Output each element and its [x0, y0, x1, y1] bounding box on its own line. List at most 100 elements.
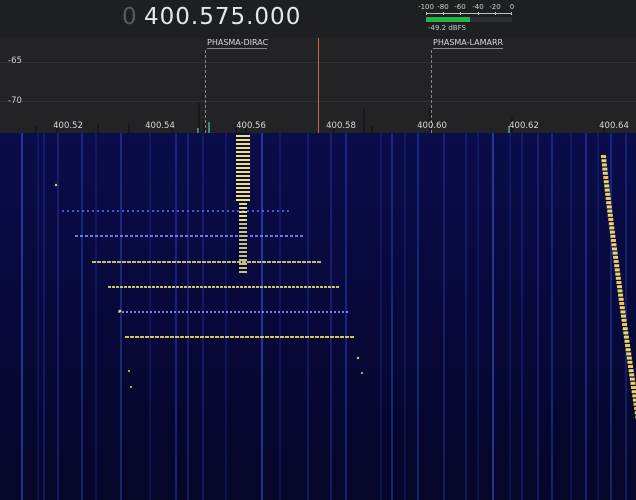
- drift-signal-segment: [601, 155, 606, 158]
- bookmark-label-phasma-dirac[interactable]: PHASMA-DIRAC: [207, 38, 268, 47]
- signal-pulse: [239, 207, 247, 209]
- bookmark-underline: [433, 48, 503, 49]
- drift-signal-segment: [623, 335, 629, 339]
- meter-tick: [478, 12, 479, 15]
- drift-signal-segment: [626, 356, 632, 360]
- meter-scale-line: [426, 13, 512, 14]
- drift-signal-segment: [618, 297, 624, 301]
- signal-pulse: [239, 267, 247, 269]
- signal-pulse: [239, 259, 247, 261]
- frequency-display[interactable]: 400.575.000: [144, 4, 301, 30]
- spectrum-plot[interactable]: -65 -70 PHASMA-DIRAC PHASMA-LAMARR 400.5…: [0, 38, 636, 133]
- frequency-axis-label: 400.52: [53, 121, 83, 131]
- signal-pulse: [236, 147, 250, 149]
- frequency-leading-digit[interactable]: 0: [122, 4, 137, 30]
- drift-signal-segment: [632, 394, 636, 398]
- signal-pulse: [236, 183, 250, 185]
- signal-pulse: [236, 191, 250, 193]
- signal-pulse: [236, 163, 250, 165]
- signal-pulse: [236, 187, 250, 189]
- drift-signal-segment: [623, 331, 629, 335]
- drift-signal-segment: [609, 230, 615, 234]
- drift-signal-segment: [626, 352, 632, 356]
- meter-tick: [443, 12, 444, 15]
- signal-pulse: [239, 231, 247, 233]
- drift-signal-segment: [607, 213, 613, 217]
- signal-pulse: [236, 171, 250, 173]
- drift-signal-segment: [624, 339, 630, 343]
- drift-signal-segment: [619, 306, 625, 310]
- drift-signal-segment: [622, 327, 628, 331]
- drift-signal-segment: [614, 264, 620, 268]
- meter-readout: -49.2 dBFS: [428, 24, 466, 32]
- drift-signal-segment: [621, 318, 627, 322]
- bookmark-underline: [207, 48, 267, 49]
- drift-signal-segment: [608, 222, 614, 226]
- drift-signal-segment: [612, 251, 618, 255]
- meter-scale-label: -80: [437, 3, 449, 11]
- frequency-header: 0 400.575.000 -100 -80 -60 -40 -20 0 -49…: [0, 0, 636, 38]
- drift-signal-segment: [602, 167, 608, 171]
- waterfall-display[interactable]: [0, 133, 636, 500]
- drift-signal-segment: [617, 289, 623, 293]
- signal-pulse: [239, 255, 247, 257]
- signal-pulse: [239, 203, 247, 205]
- drift-signal-segment: [627, 360, 633, 364]
- signal-pulse: [236, 151, 250, 153]
- frequency-axis-label: 400.54: [145, 121, 175, 131]
- drift-signal-segment: [628, 365, 634, 368]
- drift-signal-segment: [625, 348, 631, 352]
- drift-signal-segment: [605, 192, 611, 196]
- signal-pulse: [239, 211, 247, 213]
- drift-signal-segment: [614, 268, 620, 272]
- frequency-axis-label: 400.64: [599, 121, 629, 131]
- signal-pulse: [239, 263, 247, 265]
- drift-signal-segment: [603, 180, 609, 184]
- meter-scale-label: -40: [472, 3, 484, 11]
- meter-tick: [511, 12, 512, 15]
- drift-signal-segment: [625, 344, 631, 347]
- drift-signal-segment: [602, 171, 608, 175]
- drift-signal-segment: [616, 285, 622, 289]
- drift-signal-segment: [629, 373, 635, 377]
- frequency-axis-label: 400.62: [509, 121, 539, 131]
- drift-signal-segment: [608, 218, 614, 221]
- meter-tick: [460, 12, 461, 15]
- drift-signal-segment: [618, 293, 624, 297]
- signal-pulse: [239, 235, 247, 237]
- meter-scale-label: -60: [454, 3, 466, 11]
- drift-signal-segment: [629, 377, 635, 381]
- signal-pulse: [239, 227, 247, 229]
- frequency-axis-label: 400.58: [326, 121, 356, 131]
- drift-signal-segment: [610, 239, 616, 242]
- drift-signal-segment: [609, 226, 615, 230]
- drift-signal-segment: [604, 184, 610, 188]
- waterfall-image: [0, 133, 636, 500]
- signal-pulse: [236, 155, 250, 157]
- drift-signal-segment: [615, 272, 621, 276]
- meter-tick: [495, 12, 496, 15]
- signal-pulse: [236, 175, 250, 177]
- meter-scale-label: 0: [509, 3, 515, 11]
- signal-pulse: [239, 251, 247, 253]
- level-meter: -100 -80 -60 -40 -20 0 -49.2 dBFS: [418, 3, 516, 35]
- frequency-axis-label: 400.60: [417, 121, 447, 131]
- signal-pulse: [236, 199, 250, 201]
- signal-pulse: [236, 159, 250, 161]
- drift-signal-segment: [610, 234, 616, 238]
- drift-signal-segment: [620, 310, 626, 314]
- bookmark-label-phasma-lamarr[interactable]: PHASMA-LAMARR: [433, 38, 503, 47]
- drift-signal-segment: [630, 381, 636, 385]
- bookmark-line-phasma-dirac: [205, 50, 206, 133]
- tuned-frequency-line[interactable]: [318, 38, 319, 133]
- signal-pulse: [236, 179, 250, 181]
- drift-signal-segment: [631, 386, 636, 389]
- drift-signal-segment: [619, 302, 625, 305]
- signal-pulse: [236, 143, 250, 145]
- drift-signal-segment: [622, 323, 628, 326]
- signal-pulse: [239, 215, 247, 217]
- drift-signal-segment: [612, 247, 618, 251]
- signal-pulse: [239, 219, 247, 221]
- drift-signal-segment: [631, 390, 636, 394]
- drift-signal-segment: [613, 255, 619, 259]
